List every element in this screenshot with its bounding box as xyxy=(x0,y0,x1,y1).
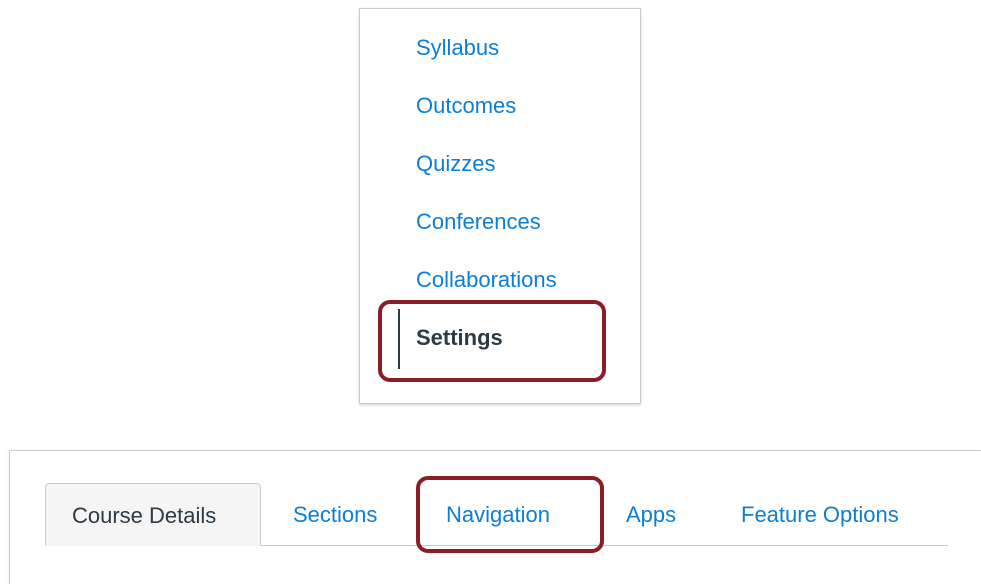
course-nav-settings[interactable]: Settings xyxy=(416,321,503,355)
tab-course-details[interactable]: Course Details xyxy=(45,483,261,546)
tab-apps[interactable]: Apps xyxy=(626,483,676,546)
tab-feature-options[interactable]: Feature Options xyxy=(741,483,899,546)
tab-sections[interactable]: Sections xyxy=(293,483,377,546)
stage: Syllabus Outcomes Quizzes Conferences Co… xyxy=(0,0,981,584)
course-navigation-menu: Syllabus Outcomes Quizzes Conferences Co… xyxy=(359,8,641,404)
tab-navigation[interactable]: Navigation xyxy=(446,483,550,546)
course-nav-conferences[interactable]: Conferences xyxy=(416,205,541,239)
course-nav-syllabus[interactable]: Syllabus xyxy=(416,31,499,65)
active-item-indicator xyxy=(398,309,400,369)
course-nav-outcomes[interactable]: Outcomes xyxy=(416,89,516,123)
course-nav-quizzes[interactable]: Quizzes xyxy=(416,147,495,181)
course-nav-collaborations[interactable]: Collaborations xyxy=(416,263,557,297)
